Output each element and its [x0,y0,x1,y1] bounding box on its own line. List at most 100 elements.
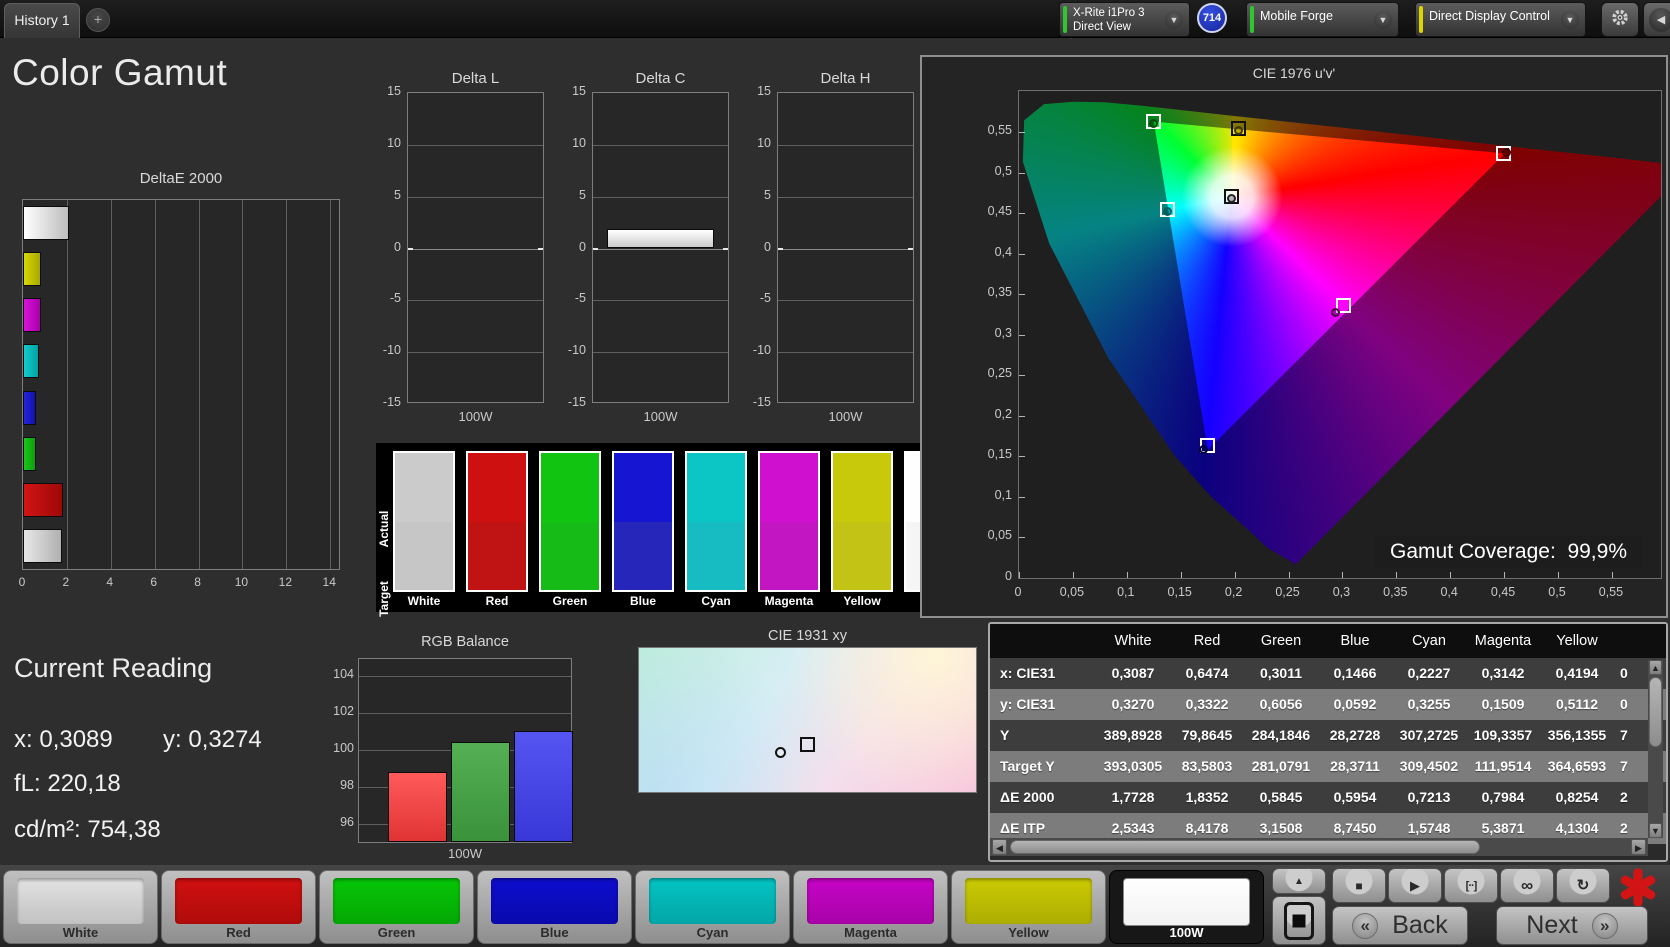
gamut-coverage-label: Gamut Coverage: 99,9% [1374,536,1643,568]
axis-tick [1072,572,1074,578]
table-cell: 0,6474 [1185,665,1229,681]
pattern-swatch [1123,878,1250,926]
swatch-actual [833,453,891,522]
swatch-label: Green [552,594,588,608]
display-control-dropdown[interactable]: Direct Display Control ▼ [1415,2,1586,37]
pattern-button-bar: White Red Green Blue Cyan Magenta Yellow 100W ▲… [0,865,1670,947]
scrollbar-thumb[interactable] [1649,677,1662,747]
table-cell-partial: 7 [1620,758,1628,774]
cie1931-plot [638,647,977,793]
back-button[interactable]: « Back [1332,906,1468,945]
meter-dropdown[interactable]: X-Rite i1Pro 3 Direct View ▼ [1059,2,1190,37]
delta-chart-title: Delta L [451,70,500,87]
delta-y-tick-label: -15 [752,395,771,409]
table-cell: 28,2728 [1329,727,1381,743]
swatch-red [466,451,528,592]
table-cell: 281,0791 [1251,758,1311,774]
axis-tick [1019,572,1020,578]
pattern-button-100w[interactable]: 100W [1109,870,1264,944]
rgb-y-tick-label: 100 [333,740,354,755]
rgb-y-tick-label: 102 [333,703,354,718]
swatch-actual [468,453,526,522]
axis-tick [1019,578,1025,579]
next-button[interactable]: Next » [1496,906,1648,945]
table-cell: 0,3322 [1185,696,1229,712]
cie-x-tick-label: 0,2 [1224,585,1243,599]
cie-x-tick-label: 0,5 [1548,585,1566,599]
table-cell: 0,3255 [1407,696,1451,712]
table-cell: 0,8254 [1555,789,1599,805]
scroll-left-icon[interactable]: ◀ [992,839,1007,855]
swatch-target [395,521,453,590]
pattern-swatch [491,878,618,924]
scrollbar-thumb[interactable] [1010,840,1480,854]
play-button[interactable]: ▶ [1388,868,1442,903]
reading-x-value: x: 0,3089 [14,726,113,753]
table-horizontal-scrollbar[interactable]: ◀ ▶ [990,838,1648,856]
delta-gridline [408,300,543,302]
pattern-button-cyan[interactable]: Cyan [635,870,790,944]
cie-y-tick-label: 0,15 [987,447,1012,462]
scroll-patterns-up-button[interactable]: ▲ [1272,868,1326,894]
swatch-target [614,521,672,590]
meter-count-badge[interactable]: 714 [1197,3,1227,33]
delta-gridline [408,248,543,250]
delta-chart-delta-h [777,92,914,403]
rgb-balance-chart [358,658,573,843]
axis-tick [1234,572,1236,578]
source-dropdown[interactable]: Mobile Forge ▼ [1246,2,1399,37]
pattern-button-green[interactable]: Green [319,870,474,944]
history-tab[interactable]: History 1 [4,3,80,38]
swatch-label: White [407,594,441,608]
cie-spectral-locus [1022,101,1661,565]
pattern-button-yellow[interactable]: Yellow [951,870,1106,944]
collapse-panel-button[interactable]: ◀ [1643,2,1670,37]
deltae-x-tick-label: 2 [62,575,70,589]
cie-y-tick-label: 0 [1005,569,1012,583]
axis-tick [538,247,543,250]
scroll-down-icon[interactable]: ▼ [1649,823,1662,838]
pattern-button-blue[interactable]: Blue [477,870,632,944]
pattern-button-white[interactable]: White [3,870,158,944]
step-button[interactable]: [··] [1444,868,1498,903]
table-cell: 0,1466 [1333,665,1377,681]
play-icon: ▶ [1410,878,1420,893]
chevron-down-icon: ▼ [1561,11,1579,29]
delta-chart-delta-c [592,92,729,403]
swatch-target [833,521,891,590]
cie-x-tick-label: 0,05 [1059,585,1085,599]
settings-button[interactable] [1601,2,1639,37]
rgb-bar-red [388,771,447,842]
swatch-actual [760,453,818,522]
table-row: Target Y 393,0305 83,5803 281,0791 28,3711 30… [990,751,1666,782]
stop-button[interactable]: ■ [1332,868,1386,903]
table-header-blue: Blue [1340,633,1370,649]
axis-tick [1611,572,1613,578]
table-cell: 1,8352 [1185,789,1229,805]
table-cell: 83,5803 [1181,758,1233,774]
scroll-right-icon[interactable]: ▶ [1631,839,1646,855]
loop-button[interactable]: ∞ [1500,868,1554,903]
axis-tick [1019,334,1025,336]
add-tab-button[interactable]: + [86,8,110,32]
table-cell-partial: 2 [1620,789,1628,805]
rgb-balance-footer: 100W [448,846,482,861]
deltae-gridline [154,200,156,569]
delta-y-tick-label: -5 [759,291,771,306]
delta-y-tick-label: -10 [567,343,586,358]
pattern-label: 100W [1169,925,1204,940]
table-vertical-scrollbar[interactable]: ▲ ▼ [1648,660,1663,838]
pattern-window-button[interactable] [1272,896,1326,945]
pattern-button-red[interactable]: Red [161,870,316,944]
axis-tick [1504,572,1506,578]
cie-y-tick-label: 0,3 [994,325,1012,340]
top-bar: History 1 + X-Rite i1Pro 3 Direct View ▼… [0,0,1670,38]
scroll-up-icon[interactable]: ▲ [1649,660,1662,675]
axis-tick [1396,572,1398,578]
cie1931-target-marker [799,737,815,753]
delta-y-tick-label: 5 [579,187,586,202]
pattern-button-magenta[interactable]: Magenta [793,870,948,944]
repeat-button[interactable]: ↻ [1556,868,1610,903]
swatch-actual [395,453,453,522]
infinity-icon: ∞ [1520,876,1534,895]
